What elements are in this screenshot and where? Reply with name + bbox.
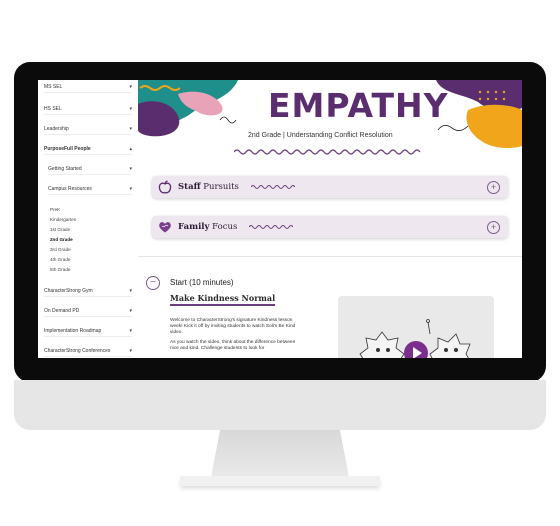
plus-circle-icon[interactable]: + xyxy=(487,221,500,234)
section-divider xyxy=(138,256,522,257)
monitor-chin xyxy=(14,380,546,430)
chevron-down-icon: ▾ xyxy=(129,106,132,112)
start-section-title: Start (10 minutes) xyxy=(170,278,234,287)
title-underline-squiggle xyxy=(234,149,421,155)
sidebar-item-leadership[interactable]: Leadership ▾ xyxy=(44,124,132,135)
chevron-down-icon: ▾ xyxy=(129,126,132,132)
main-content: EMPATHY 2nd Grade | Understanding Confli… xyxy=(138,80,522,358)
heading-underline xyxy=(170,304,275,306)
video-player[interactable] xyxy=(338,296,494,358)
sidebar-item-getting-started[interactable]: Getting Started ▾ xyxy=(48,164,132,175)
wave-decoration xyxy=(250,185,295,189)
sidebar-item-on-demand-pd[interactable]: On Demand PD ▾ xyxy=(44,306,132,317)
sidebar-item-implementation-roadmap[interactable]: Implementation Roadmap ▾ xyxy=(44,326,132,337)
sidebar-item-campus-resources[interactable]: Campus Resources ▾ xyxy=(48,184,132,195)
chevron-down-icon: ▾ xyxy=(129,288,132,294)
wave-decoration xyxy=(249,225,294,229)
page-title: EMPATHY xyxy=(268,86,449,125)
sidebar-item-ms-sel[interactable]: MS SEL ▾ xyxy=(44,82,132,93)
heart-icon xyxy=(159,222,171,233)
monitor-stand-neck xyxy=(211,430,349,478)
sidebar-item-purposefull-people[interactable]: PurposeFull People ▴ xyxy=(44,144,132,155)
chevron-down-icon: ▾ xyxy=(129,84,132,90)
chevron-up-icon: ▴ xyxy=(129,146,132,152)
sidebar-item-characterstrong-gym[interactable]: CharacterStrong Gym ▾ xyxy=(44,286,132,297)
play-icon[interactable] xyxy=(403,340,429,358)
family-focus-title: Family Focus xyxy=(178,222,238,232)
chevron-down-icon: ▾ xyxy=(129,328,132,334)
staff-pursuits-title: Staff Pursuits xyxy=(178,182,239,192)
lesson-paragraph-2: As you watch the video, think about the … xyxy=(170,340,296,352)
sidebar-item-hs-sel[interactable]: HS SEL ▾ xyxy=(44,104,132,115)
minus-circle-icon[interactable]: − xyxy=(146,276,160,290)
chevron-down-icon: ▾ xyxy=(129,348,132,354)
grade-link-1st[interactable]: 1st Grade xyxy=(50,227,70,232)
chevron-down-icon: ▾ xyxy=(129,166,132,172)
staff-pursuits-accordion[interactable]: Staff Pursuits + xyxy=(152,176,508,198)
chevron-down-icon: ▾ xyxy=(129,308,132,314)
grade-link-2nd[interactable]: 2nd Grade xyxy=(50,237,73,242)
hero-banner: EMPATHY 2nd Grade | Understanding Confli… xyxy=(138,80,522,162)
grade-link-4th[interactable]: 4th Grade xyxy=(50,257,70,262)
grade-link-kindergarten[interactable]: Kindergarten xyxy=(50,217,76,222)
chevron-down-icon: ▾ xyxy=(129,186,132,192)
apple-icon xyxy=(158,180,172,194)
grade-link-prek[interactable]: PreK xyxy=(50,207,60,212)
lesson-heading: Make Kindness Normal xyxy=(170,293,276,303)
grade-link-5th[interactable]: 5th Grade xyxy=(50,267,70,272)
plus-circle-icon[interactable]: + xyxy=(487,181,500,194)
screen: MS SEL ▾ HS SEL ▾ Leadership ▾ PurposeFull … xyxy=(38,80,522,358)
family-focus-accordion[interactable]: Family Focus + xyxy=(152,216,508,238)
sidebar-item-conferences[interactable]: CharacterStrong Conferences ▾ xyxy=(44,346,132,357)
monitor-stand-base xyxy=(180,476,380,486)
grade-link-3rd[interactable]: 3rd Grade xyxy=(50,247,71,252)
sidebar: MS SEL ▾ HS SEL ▾ Leadership ▾ PurposeFull … xyxy=(38,80,139,358)
lesson-paragraph-1: Welcome to CharacterStrong's signature K… xyxy=(170,318,296,336)
page-subtitle: 2nd Grade | Understanding Conflict Resol… xyxy=(248,132,393,139)
